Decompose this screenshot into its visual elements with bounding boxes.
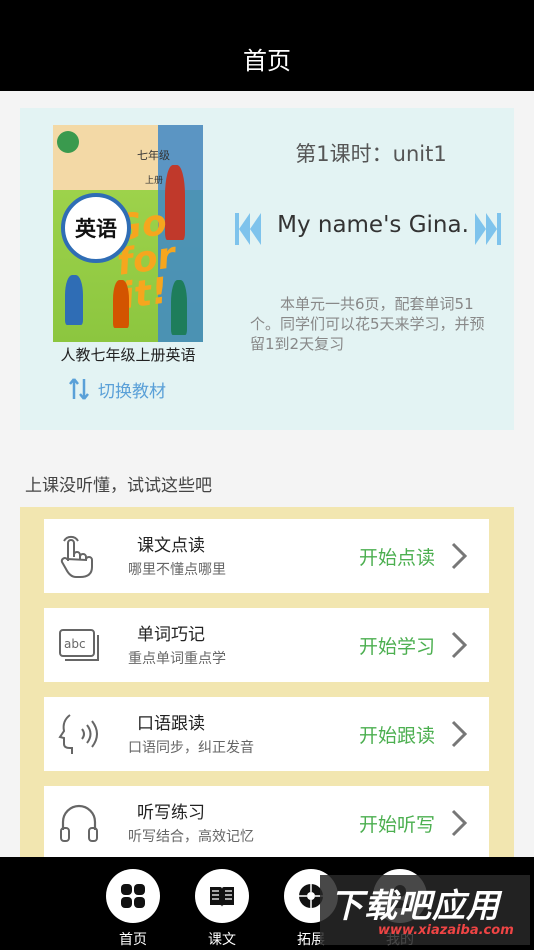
book-open-icon bbox=[210, 887, 234, 907]
tab-home[interactable]: 首页 bbox=[103, 869, 163, 949]
start-read-along-button[interactable]: 开始点读 bbox=[359, 543, 435, 570]
book-cover[interactable]: 七年级 上册 Go for it! 英语 bbox=[53, 125, 203, 342]
cover-volume: 上册 bbox=[145, 176, 164, 186]
title-bar: 首页 bbox=[0, 0, 534, 91]
feature-title: 口语跟读 bbox=[137, 714, 205, 734]
start-speaking-button[interactable]: 开始跟读 bbox=[359, 721, 435, 748]
current-book-card: 七年级 上册 Go for it! 英语 人教七年级上册英语 切换教材 第1课时… bbox=[20, 108, 514, 430]
feature-subtitle: 听写结合，高效记忆 bbox=[128, 829, 254, 845]
feature-subtitle: 口语同步，纠正发音 bbox=[128, 740, 254, 756]
cover-subject: 英语 bbox=[61, 193, 131, 263]
unit-description: 本单元一共6页，配套单词51个。同学们可以花5天来学习，并预留1到2天复习 bbox=[250, 295, 485, 353]
speaking-head-icon bbox=[58, 714, 98, 754]
tab-lessons[interactable]: 课文 bbox=[192, 869, 252, 949]
unit-name: My name's Gina. bbox=[277, 212, 469, 238]
feature-title: 课文点读 bbox=[137, 536, 205, 556]
book-name: 人教七年级上册英语 bbox=[60, 346, 196, 364]
swap-arrows-icon bbox=[69, 378, 89, 400]
cover-figure bbox=[113, 280, 129, 328]
feature-title: 听写练习 bbox=[137, 803, 205, 823]
headphones-icon bbox=[60, 804, 98, 842]
feature-item-read-along[interactable]: 课文点读 哪里不懂点哪里 开始点读 bbox=[44, 519, 489, 593]
section-label: 上课没听懂，试试这些吧 bbox=[25, 476, 212, 496]
chevron-right-icon bbox=[451, 720, 468, 748]
feature-subtitle: 重点单词重点学 bbox=[128, 651, 226, 667]
tab-lessons-icon-wrap bbox=[195, 869, 249, 923]
cover-grade: 七年级 bbox=[137, 149, 170, 162]
feature-item-dictation[interactable]: 听写练习 听写结合，高效记忆 开始听写 bbox=[44, 786, 489, 860]
feature-item-vocabulary[interactable]: abc 单词巧记 重点单词重点学 开始学习 bbox=[44, 608, 489, 682]
tab-label: 首页 bbox=[119, 932, 147, 948]
chevron-right-icon bbox=[451, 542, 468, 570]
start-learning-button[interactable]: 开始学习 bbox=[359, 632, 435, 659]
hand-pointer-icon bbox=[60, 535, 93, 578]
cover-figure bbox=[171, 280, 187, 335]
start-dictation-button[interactable]: 开始听写 bbox=[359, 810, 435, 837]
tab-label: 课文 bbox=[208, 932, 236, 948]
switch-book-label: 切换教材 bbox=[98, 381, 166, 402]
chevron-right-icon bbox=[451, 631, 468, 659]
feature-list: 课文点读 哪里不懂点哪里 开始点读 abc 单词巧记 重点单词重点学 开始学习 … bbox=[20, 507, 514, 867]
tab-home-icon-wrap bbox=[106, 869, 160, 923]
lesson-title: 第1课时：unit1 bbox=[295, 142, 447, 166]
feature-title: 单词巧记 bbox=[137, 625, 205, 645]
page-title: 首页 bbox=[243, 47, 291, 75]
feature-item-speaking[interactable]: 口语跟读 口语同步，纠正发音 开始跟读 bbox=[44, 697, 489, 771]
watermark-url: www.xiazaiba.com bbox=[378, 923, 514, 938]
chevron-right-icon bbox=[451, 809, 468, 837]
grid-icon bbox=[121, 884, 145, 908]
previous-unit-icon[interactable] bbox=[234, 210, 262, 248]
next-unit-icon[interactable] bbox=[474, 210, 502, 248]
feature-subtitle: 哪里不懂点哪里 bbox=[128, 562, 226, 578]
svg-text:abc: abc bbox=[64, 637, 86, 651]
publisher-logo bbox=[57, 131, 79, 153]
switch-book-button[interactable]: 切换教材 bbox=[68, 374, 166, 404]
abc-cards-icon: abc bbox=[59, 629, 99, 661]
watermark: 下载吧应用 www.xiazaiba.com bbox=[320, 875, 530, 945]
cover-figure bbox=[65, 275, 83, 325]
watermark-title: 下载吧应用 bbox=[330, 886, 500, 925]
